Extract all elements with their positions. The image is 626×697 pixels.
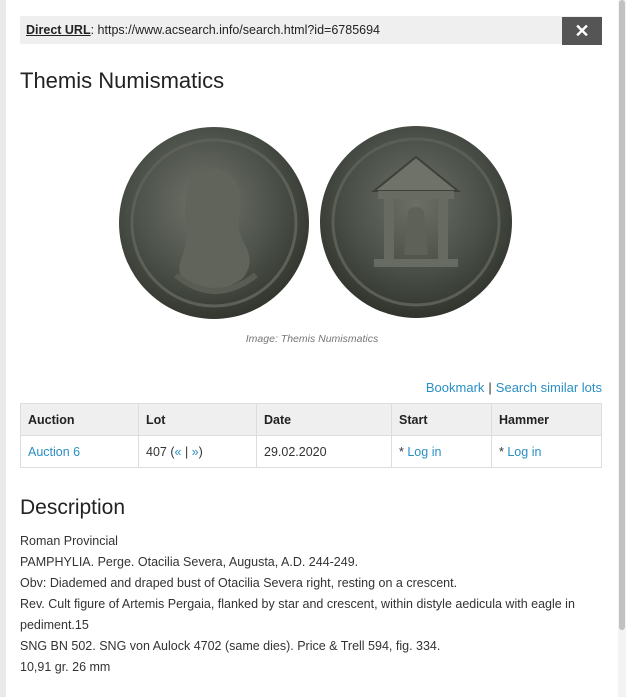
auction-link[interactable]: Auction 6 <box>28 445 80 459</box>
col-start: Start <box>391 403 492 436</box>
description-line: PAMPHYLIA. Perge. Otacilia Severa, Augus… <box>20 555 359 569</box>
lot-number: 407 <box>146 444 167 459</box>
description-line: Obv: Diademed and draped bust of Otacili… <box>20 576 458 590</box>
coin-obverse <box>119 127 309 319</box>
direct-url-label[interactable]: Direct URL <box>26 23 91 37</box>
hammer-login-link[interactable]: Log in <box>507 445 541 459</box>
page-title: Themis Numismatics <box>20 68 225 93</box>
prev-lot-link[interactable]: « <box>175 445 182 459</box>
table-header-row: Auction Lot Date Start Hammer <box>20 403 602 436</box>
col-date: Date <box>256 403 392 436</box>
start-login-link[interactable]: Log in <box>407 445 441 459</box>
col-hammer: Hammer <box>491 403 602 436</box>
hammer-prefix: * <box>499 444 504 459</box>
coin-reverse <box>320 126 512 318</box>
description-line: SNG BN 502. SNG von Aulock 4702 (same di… <box>20 639 441 653</box>
lot-detail-modal: Direct URL: https://www.acsearch.info/se… <box>6 0 618 697</box>
bookmark-link[interactable]: Bookmark <box>426 380 485 395</box>
direct-url-bar: Direct URL: https://www.acsearch.info/se… <box>20 16 602 44</box>
next-lot-link[interactable]: » <box>192 445 199 459</box>
lot-actions: Bookmark | Search similar lots <box>426 380 602 395</box>
description-line: Rev. Cult figure of Artemis Pergaia, fla… <box>20 597 575 632</box>
lot-nav-separator: | <box>184 444 189 459</box>
lot-date: 29.02.2020 <box>256 435 392 468</box>
image-caption: Image: Themis Numismatics <box>245 333 379 345</box>
description-line: Roman Provincial <box>20 534 118 548</box>
col-lot: Lot <box>138 403 257 436</box>
description-line: 10,91 gr. 26 mm <box>20 660 111 674</box>
lot-table: Auction Lot Date Start Hammer Auction 6 … <box>20 403 602 468</box>
search-similar-link[interactable]: Search similar lots <box>496 380 602 395</box>
links-separator: | <box>488 380 492 395</box>
coin-image[interactable] <box>116 125 514 321</box>
scrollbar[interactable] <box>618 0 626 697</box>
close-button[interactable]: ✕ <box>562 17 602 45</box>
scrollbar-thumb[interactable] <box>619 0 625 630</box>
direct-url-value[interactable]: https://www.acsearch.info/search.html?id… <box>98 23 380 37</box>
description-heading: Description <box>20 496 126 519</box>
close-icon: ✕ <box>574 20 590 41</box>
start-prefix: * <box>399 444 404 459</box>
table-row: Auction 6 407 (« | ») 29.02.2020 * Log i… <box>20 435 602 468</box>
col-auction: Auction <box>20 403 139 436</box>
description-body: Roman Provincial PAMPHYLIA. Perge. Otaci… <box>20 531 606 678</box>
